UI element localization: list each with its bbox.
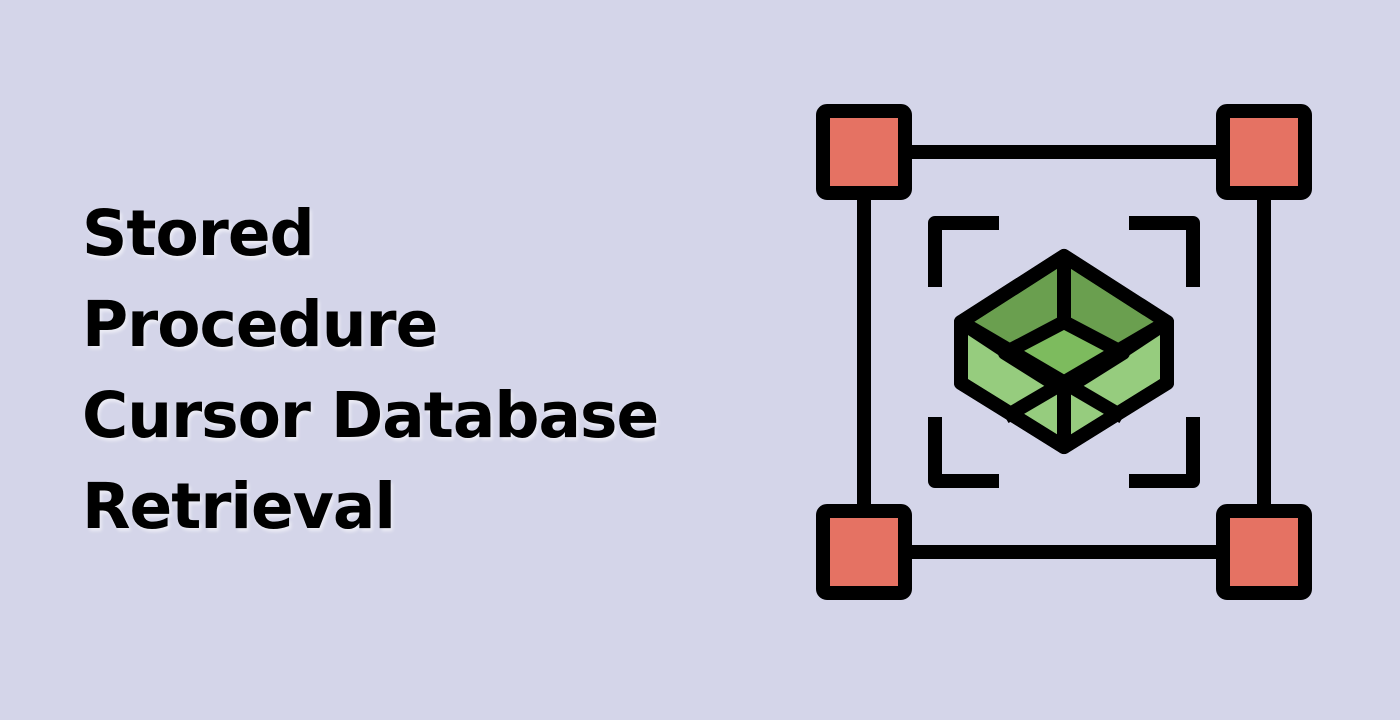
title-line-4: Retrieval — [82, 470, 396, 543]
bracket-top-right-icon — [1129, 216, 1200, 287]
selection-box-cube-icon — [816, 104, 1312, 600]
title-line-3: Cursor Database — [82, 379, 659, 452]
title-line-2: Procedure — [82, 288, 438, 361]
bracket-bottom-left-icon — [928, 417, 999, 488]
title-line-1: Stored — [82, 197, 315, 270]
page-title: Stored Procedure Cursor Database Retriev… — [82, 188, 659, 552]
corner-handle-top-right-icon — [1216, 104, 1312, 200]
corner-handle-top-left-icon — [816, 104, 912, 200]
corner-handle-bottom-left-icon — [816, 504, 912, 600]
cube-icon — [954, 249, 1174, 454]
corner-handle-bottom-right-icon — [1216, 504, 1312, 600]
bracket-bottom-right-icon — [1129, 417, 1200, 488]
banner: Stored Procedure Cursor Database Retriev… — [0, 0, 1400, 720]
bracket-top-left-icon — [928, 216, 999, 287]
